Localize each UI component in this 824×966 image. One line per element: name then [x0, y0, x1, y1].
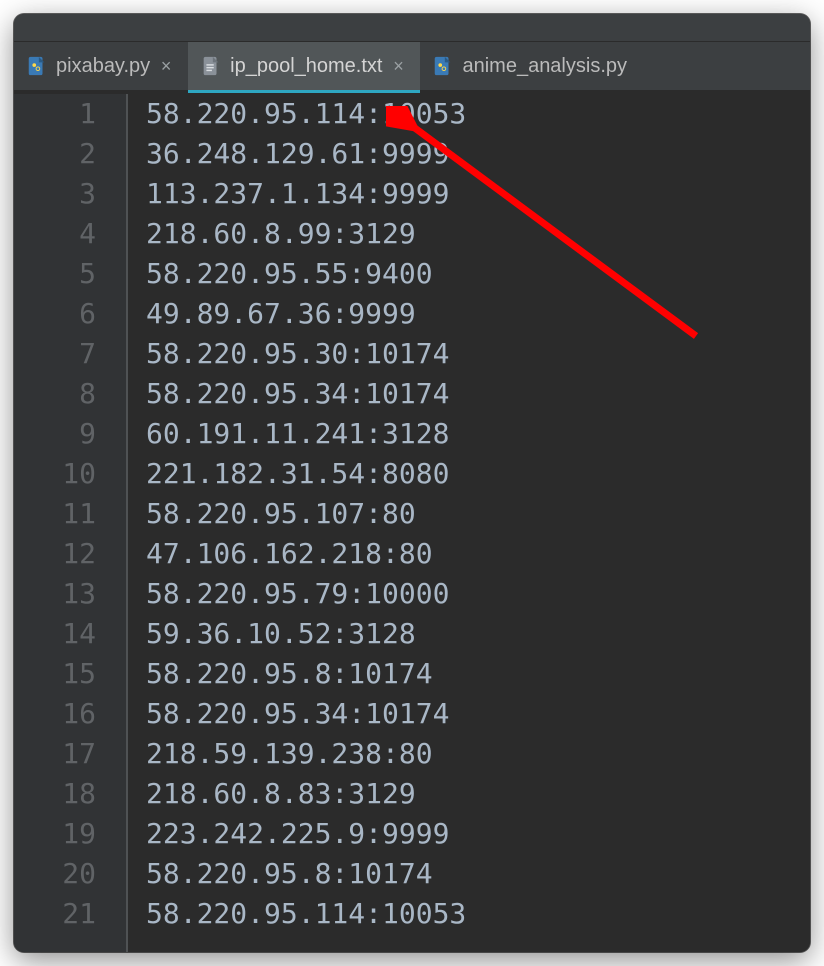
- line-number: 3: [14, 174, 96, 214]
- code-line[interactable]: 58.220.95.30:10174: [146, 334, 810, 374]
- line-number-gutter: 123456789101112131415161718192021: [14, 94, 126, 952]
- code-line[interactable]: 218.60.8.83:3129: [146, 774, 810, 814]
- text-file-icon: [200, 55, 222, 77]
- code-line[interactable]: 221.182.31.54:8080: [146, 454, 810, 494]
- code-line[interactable]: 60.191.11.241:3128: [146, 414, 810, 454]
- line-number: 7: [14, 334, 96, 374]
- code-line[interactable]: 49.89.67.36:9999: [146, 294, 810, 334]
- line-number: 18: [14, 774, 96, 814]
- code-line[interactable]: 36.248.129.61:9999: [146, 134, 810, 174]
- editor-area[interactable]: 123456789101112131415161718192021 58.220…: [14, 90, 810, 952]
- tab-anime-analysis[interactable]: anime_analysis.py: [420, 42, 641, 90]
- line-number: 4: [14, 214, 96, 254]
- code-content[interactable]: 58.220.95.114:1005336.248.129.61:9999113…: [126, 94, 810, 952]
- code-line[interactable]: 113.237.1.134:9999: [146, 174, 810, 214]
- code-line[interactable]: 58.220.95.34:10174: [146, 374, 810, 414]
- close-icon[interactable]: ×: [158, 58, 174, 74]
- code-line[interactable]: 58.220.95.34:10174: [146, 694, 810, 734]
- line-number: 6: [14, 294, 96, 334]
- line-number: 15: [14, 654, 96, 694]
- tab-label: pixabay.py: [56, 55, 150, 78]
- code-line[interactable]: 58.220.95.114:10053: [146, 94, 810, 134]
- code-line[interactable]: 58.220.95.79:10000: [146, 574, 810, 614]
- line-number: 1: [14, 94, 96, 134]
- python-file-icon: [26, 55, 48, 77]
- line-number: 9: [14, 414, 96, 454]
- editor-window: pixabay.py × ip_pool_home.txt ×: [14, 14, 810, 952]
- line-number: 17: [14, 734, 96, 774]
- tab-label: anime_analysis.py: [462, 55, 627, 78]
- line-number: 16: [14, 694, 96, 734]
- line-number: 12: [14, 534, 96, 574]
- code-line[interactable]: 58.220.95.8:10174: [146, 654, 810, 694]
- code-line[interactable]: 58.220.95.114:10053: [146, 894, 810, 934]
- code-line[interactable]: 58.220.95.107:80: [146, 494, 810, 534]
- line-number: 13: [14, 574, 96, 614]
- line-number: 19: [14, 814, 96, 854]
- code-line[interactable]: 58.220.95.8:10174: [146, 854, 810, 894]
- code-line[interactable]: 58.220.95.55:9400: [146, 254, 810, 294]
- tab-label: ip_pool_home.txt: [230, 55, 382, 78]
- tab-pixabay[interactable]: pixabay.py ×: [14, 42, 188, 90]
- tab-ip-pool-home[interactable]: ip_pool_home.txt ×: [188, 42, 420, 90]
- code-line[interactable]: 223.242.225.9:9999: [146, 814, 810, 854]
- code-line[interactable]: 59.36.10.52:3128: [146, 614, 810, 654]
- code-line[interactable]: 218.59.139.238:80: [146, 734, 810, 774]
- code-line[interactable]: 218.60.8.99:3129: [146, 214, 810, 254]
- close-icon[interactable]: ×: [390, 58, 406, 74]
- python-file-icon: [432, 55, 454, 77]
- line-number: 2: [14, 134, 96, 174]
- tab-bar: pixabay.py × ip_pool_home.txt ×: [14, 42, 810, 90]
- line-number: 20: [14, 854, 96, 894]
- line-number: 5: [14, 254, 96, 294]
- toolbar-strip: [14, 14, 810, 42]
- code-line[interactable]: 47.106.162.218:80: [146, 534, 810, 574]
- line-number: 11: [14, 494, 96, 534]
- line-number: 8: [14, 374, 96, 414]
- line-number: 21: [14, 894, 96, 934]
- line-number: 14: [14, 614, 96, 654]
- line-number: 10: [14, 454, 96, 494]
